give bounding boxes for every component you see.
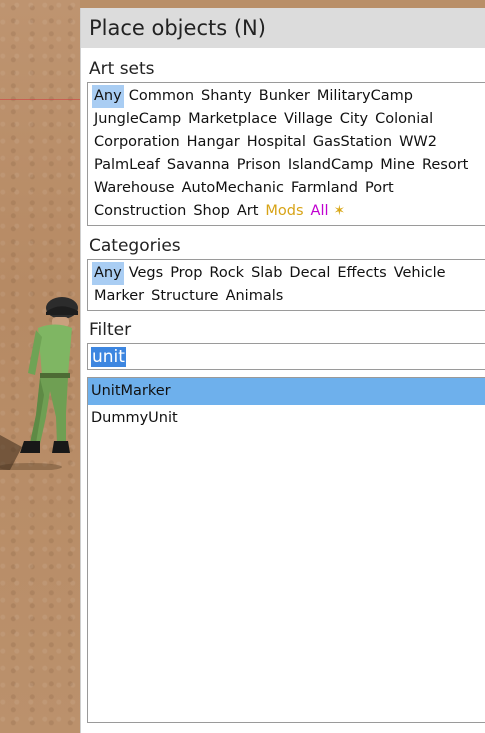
editor-guide-line <box>0 99 80 100</box>
category-structure[interactable]: Structure <box>149 285 220 308</box>
filter-input[interactable]: unit <box>87 343 485 370</box>
art-set-art[interactable]: Art <box>235 200 261 223</box>
art-set-port[interactable]: Port <box>363 177 396 200</box>
art-set-construction[interactable]: Construction <box>92 200 188 223</box>
art-set-islandcamp[interactable]: IslandCamp <box>286 154 375 177</box>
category-slab[interactable]: Slab <box>249 262 284 285</box>
panel-title-bar: Place objects (N) <box>81 8 485 48</box>
filter-label: Filter <box>89 320 132 340</box>
category-decal[interactable]: Decal <box>287 262 332 285</box>
art-set-gasstation[interactable]: GasStation <box>311 131 394 154</box>
art-set-militarycamp[interactable]: MilitaryCamp <box>315 85 415 108</box>
art-set-village[interactable]: Village <box>282 108 335 131</box>
art-sets-list: Any Common Shanty Bunker MilitaryCamp JungleC… <box>87 82 485 226</box>
art-set-any[interactable]: Any <box>92 85 124 108</box>
art-set-corporation[interactable]: Corporation <box>92 131 182 154</box>
category-any[interactable]: Any <box>92 262 124 285</box>
category-prop[interactable]: Prop <box>168 262 204 285</box>
art-sets-label: Art sets <box>89 59 155 79</box>
filter-input-value[interactable]: unit <box>91 346 126 367</box>
art-set-automechanic[interactable]: AutoMechanic <box>180 177 286 200</box>
categories-list: Any Vegs Prop Rock Slab Decal Effects Vehicle Ma… <box>87 259 485 311</box>
art-set-mods[interactable]: Mods <box>263 200 305 223</box>
art-set-mine[interactable]: Mine <box>378 154 417 177</box>
category-animals[interactable]: Animals <box>224 285 286 308</box>
art-set-hospital[interactable]: Hospital <box>245 131 308 154</box>
categories-label: Categories <box>89 236 181 256</box>
category-vehicle[interactable]: Vehicle <box>392 262 448 285</box>
results-list[interactable]: UnitMarker DummyUnit <box>87 377 485 723</box>
category-effects[interactable]: Effects <box>335 262 388 285</box>
art-set-farmland[interactable]: Farmland <box>289 177 360 200</box>
art-set-warehouse[interactable]: Warehouse <box>92 177 177 200</box>
result-dummyunit[interactable]: DummyUnit <box>88 405 485 432</box>
category-vegs[interactable]: Vegs <box>127 262 165 285</box>
art-set-shop[interactable]: Shop <box>191 200 231 223</box>
panel-title: Place objects (N) <box>89 16 266 40</box>
soldier-unit[interactable] <box>0 295 80 470</box>
art-set-marketplace[interactable]: Marketplace <box>186 108 279 131</box>
star-icon[interactable]: ✶ <box>334 203 346 219</box>
category-marker[interactable]: Marker <box>92 285 146 308</box>
game-viewport[interactable] <box>0 0 80 733</box>
category-rock[interactable]: Rock <box>207 262 246 285</box>
art-set-ww2[interactable]: WW2 <box>397 131 439 154</box>
result-unitmarker[interactable]: UnitMarker <box>88 378 485 405</box>
art-set-city[interactable]: City <box>338 108 370 131</box>
art-set-palmleaf[interactable]: PalmLeaf <box>92 154 162 177</box>
art-set-colonial[interactable]: Colonial <box>373 108 435 131</box>
art-set-hangar[interactable]: Hangar <box>185 131 242 154</box>
art-set-resort[interactable]: Resort <box>420 154 470 177</box>
art-set-common[interactable]: Common <box>127 85 196 108</box>
art-set-shanty[interactable]: Shanty <box>199 85 254 108</box>
place-objects-panel: Place objects (N) Art sets Any Common Shan… <box>80 8 485 733</box>
art-set-all[interactable]: All <box>309 200 331 223</box>
art-set-savanna[interactable]: Savanna <box>165 154 232 177</box>
art-set-prison[interactable]: Prison <box>235 154 283 177</box>
art-set-bunker[interactable]: Bunker <box>257 85 312 108</box>
art-set-junglecamp[interactable]: JungleCamp <box>92 108 183 131</box>
